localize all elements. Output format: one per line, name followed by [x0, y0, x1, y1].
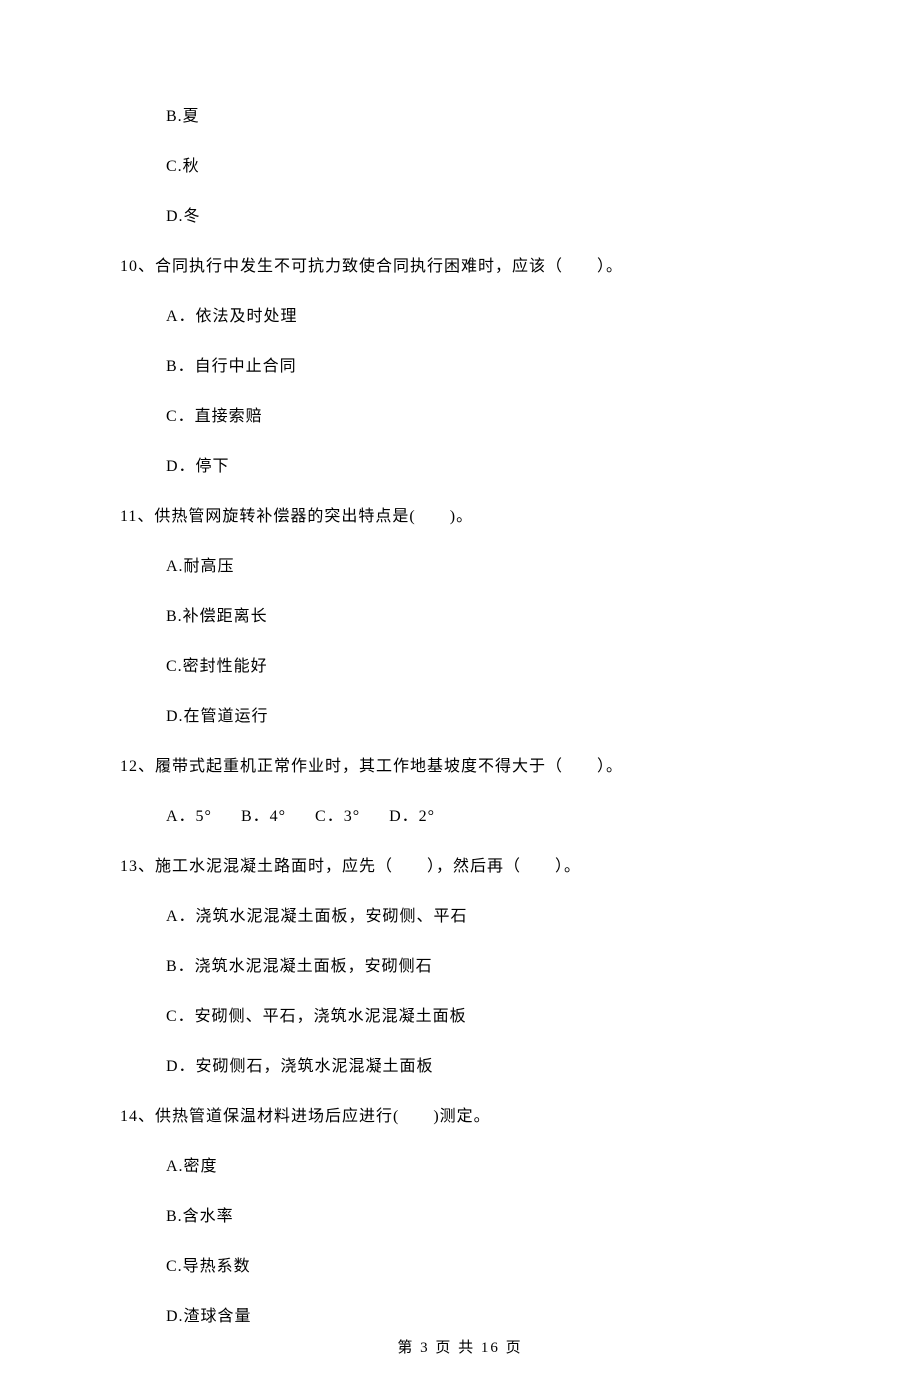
q12-stem: 12、履带式起重机正常作业时，其工作地基坡度不得大于（ ）。	[120, 755, 800, 779]
q9-option-d: D.冬	[166, 205, 800, 229]
q11-option-a: A.耐高压	[166, 555, 800, 579]
q10-option-a: A．依法及时处理	[166, 305, 800, 329]
q14-option-c: C.导热系数	[166, 1255, 800, 1279]
q10-stem: 10、合同执行中发生不可抗力致使合同执行困难时，应该（ ）。	[120, 255, 800, 279]
q10-option-b: B．自行中止合同	[166, 355, 800, 379]
q11-option-d: D.在管道运行	[166, 705, 800, 729]
q14-option-b: B.含水率	[166, 1205, 800, 1229]
q13-stem: 13、施工水泥混凝土路面时，应先（ ），然后再（ ）。	[120, 855, 800, 879]
q11-option-b: B.补偿距离长	[166, 605, 800, 629]
q14-stem: 14、供热管道保温材料进场后应进行( )测定。	[120, 1105, 800, 1129]
page-container: B.夏 C.秋 D.冬 10、合同执行中发生不可抗力致使合同执行困难时，应该（ …	[0, 0, 920, 1395]
q12-option-b: B．4°	[241, 805, 286, 829]
q13-option-c: C．安砌侧、平石，浇筑水泥混凝土面板	[166, 1005, 800, 1029]
q13-option-a: A．浇筑水泥混凝土面板，安砌侧、平石	[166, 905, 800, 929]
q10-option-d: D．停下	[166, 455, 800, 479]
q11-stem: 11、供热管网旋转补偿器的突出特点是( )。	[120, 505, 800, 529]
q9-option-b: B.夏	[166, 105, 800, 129]
q14-option-d: D.渣球含量	[166, 1305, 800, 1329]
q9-option-c: C.秋	[166, 155, 800, 179]
q11-option-c: C.密封性能好	[166, 655, 800, 679]
q12-option-d: D．2°	[389, 805, 435, 829]
q12-option-c: C．3°	[315, 805, 360, 829]
q14-option-a: A.密度	[166, 1155, 800, 1179]
q13-option-d: D．安砌侧石，浇筑水泥混凝土面板	[166, 1055, 800, 1079]
q12-options-row: A．5° B．4° C．3° D．2°	[166, 805, 800, 829]
q12-option-a: A．5°	[166, 805, 212, 829]
page-footer: 第 3 页 共 16 页	[0, 1337, 920, 1360]
q13-option-b: B．浇筑水泥混凝土面板，安砌侧石	[166, 955, 800, 979]
q10-option-c: C．直接索赔	[166, 405, 800, 429]
